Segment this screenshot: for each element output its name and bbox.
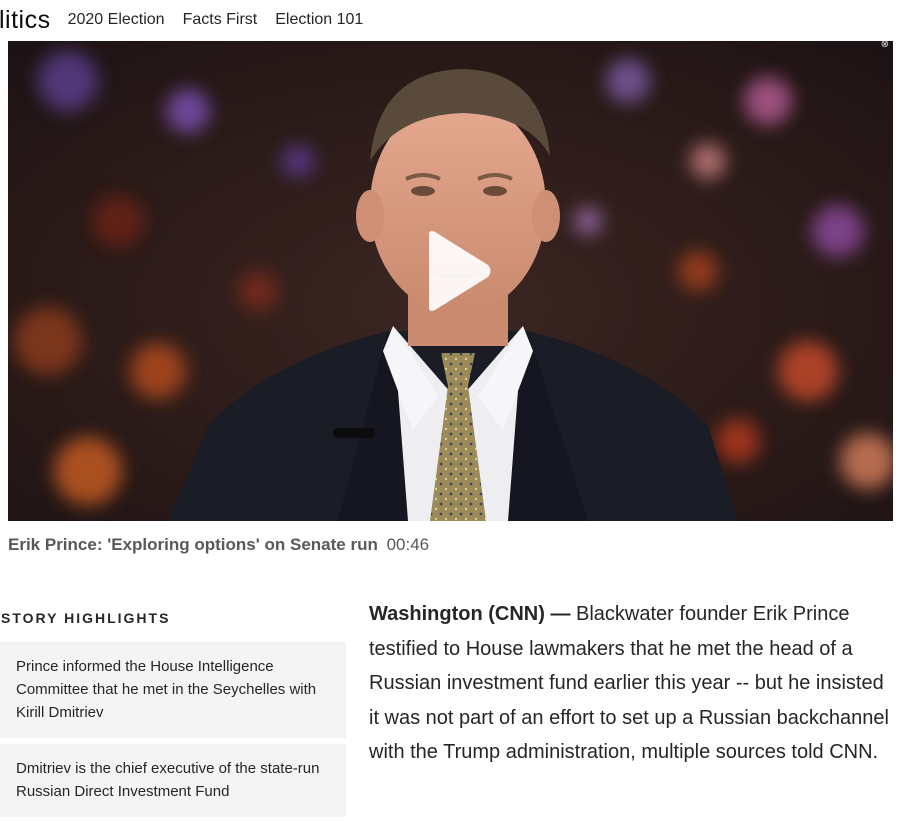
corner-close-icon[interactable]: ⊗ <box>881 41 889 50</box>
video-title[interactable]: Erik Prince: 'Exploring options' on Sena… <box>8 535 378 554</box>
story-highlights: STORY HIGHLIGHTS Prince informed the Hou… <box>0 610 346 823</box>
video-duration: 00:46 <box>386 535 430 554</box>
story-highlights-heading: STORY HIGHLIGHTS <box>1 610 171 626</box>
article-body: Washington (CNN) — Blackwater founder Er… <box>369 597 889 770</box>
section-logo[interactable]: litics <box>0 6 51 35</box>
highlight-item: Prince informed the House Intelligence C… <box>0 642 346 738</box>
play-icon[interactable] <box>423 229 493 313</box>
nav-links: 2020 Election Facts First Election 101 <box>68 11 382 29</box>
nav-link-2020-election[interactable]: 2020 Election <box>68 11 165 29</box>
top-nav: litics 2020 Election Facts First Electio… <box>0 0 900 40</box>
video-caption[interactable]: Erik Prince: 'Exploring options' on Sena… <box>8 535 429 555</box>
video-player[interactable]: ⊗ <box>8 41 893 521</box>
nav-link-election-101[interactable]: Election 101 <box>275 11 363 29</box>
nav-link-facts-first[interactable]: Facts First <box>183 11 258 29</box>
article-dateline: Washington (CNN) — <box>369 603 571 625</box>
article-lead: Blackwater founder Erik Prince testified… <box>369 603 889 763</box>
highlight-item: Dmitriev is the chief executive of the s… <box>0 744 346 817</box>
